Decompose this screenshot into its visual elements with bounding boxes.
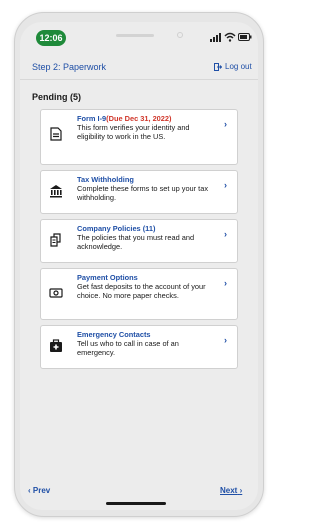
wifi-icon [224, 32, 236, 42]
document-icon [50, 127, 62, 141]
task-card-form-i9[interactable]: Form I-9(Due Dec 31, 2022) This form ver… [40, 109, 238, 165]
next-button[interactable]: Next › [220, 486, 242, 495]
chevron-right-icon: › [224, 180, 227, 190]
bank-icon [50, 185, 62, 198]
documents-icon [50, 233, 61, 247]
task-card-payment-options[interactable]: Payment Options Get fast deposits to the… [40, 268, 238, 320]
task-title: Payment Options [77, 273, 138, 282]
logout-label: Log out [225, 62, 252, 71]
status-icons [210, 32, 254, 44]
camera-dot [177, 32, 183, 38]
chevron-left-icon: ‹ [28, 486, 31, 495]
app-screen: 12:06 Step 2: Paperwork Log out Pending … [20, 22, 258, 510]
task-title: Form I-9(Due Dec 31, 2022) [77, 114, 172, 123]
app-header: Step 2: Paperwork Log out [20, 58, 258, 80]
pending-section-title: Pending (5) [32, 92, 81, 102]
task-card-emergency-contacts[interactable]: Emergency Contacts Tell us who to call i… [40, 325, 238, 369]
next-label: Next [220, 486, 238, 495]
status-time: 12:06 [36, 30, 66, 46]
home-indicator [106, 502, 166, 505]
task-title: Tax Withholding [77, 175, 134, 184]
task-title: Company Policies (11) [77, 224, 156, 233]
chevron-right-icon: › [224, 278, 227, 288]
logout-button[interactable]: Log out [214, 62, 252, 71]
chevron-right-icon: › [224, 335, 227, 345]
task-description: The policies that you must read and ackn… [77, 233, 195, 251]
prev-label: Prev [32, 486, 51, 495]
due-date: (Due Dec 31, 2022) [106, 114, 172, 123]
chevron-right-icon: › [224, 119, 227, 129]
task-description: Get fast deposits to the account of your… [77, 282, 206, 300]
status-bar: 12:06 [20, 22, 258, 56]
chevron-right-icon: › [239, 486, 243, 495]
task-description: Complete these forms to set up your tax … [77, 184, 209, 202]
signal-icon [210, 33, 221, 42]
chevron-right-icon: › [224, 229, 227, 239]
battery-icon [238, 33, 252, 41]
money-icon [49, 288, 63, 298]
task-card-company-policies[interactable]: Company Policies (11) The policies that … [40, 219, 238, 263]
app-footer: ‹ Prev Next › [20, 481, 258, 510]
task-card-tax-withholding[interactable]: Tax Withholding Complete these forms to … [40, 170, 238, 214]
task-title: Emergency Contacts [77, 330, 151, 339]
prev-button[interactable]: ‹ Prev [28, 486, 50, 495]
task-description: Tell us who to call in case of an emerge… [77, 339, 179, 357]
step-title: Step 2: Paperwork [32, 62, 107, 72]
task-description: This form verifies your identity and eli… [77, 123, 190, 141]
first-aid-icon [50, 339, 62, 352]
speaker-notch [116, 34, 154, 37]
logout-icon [214, 62, 222, 71]
